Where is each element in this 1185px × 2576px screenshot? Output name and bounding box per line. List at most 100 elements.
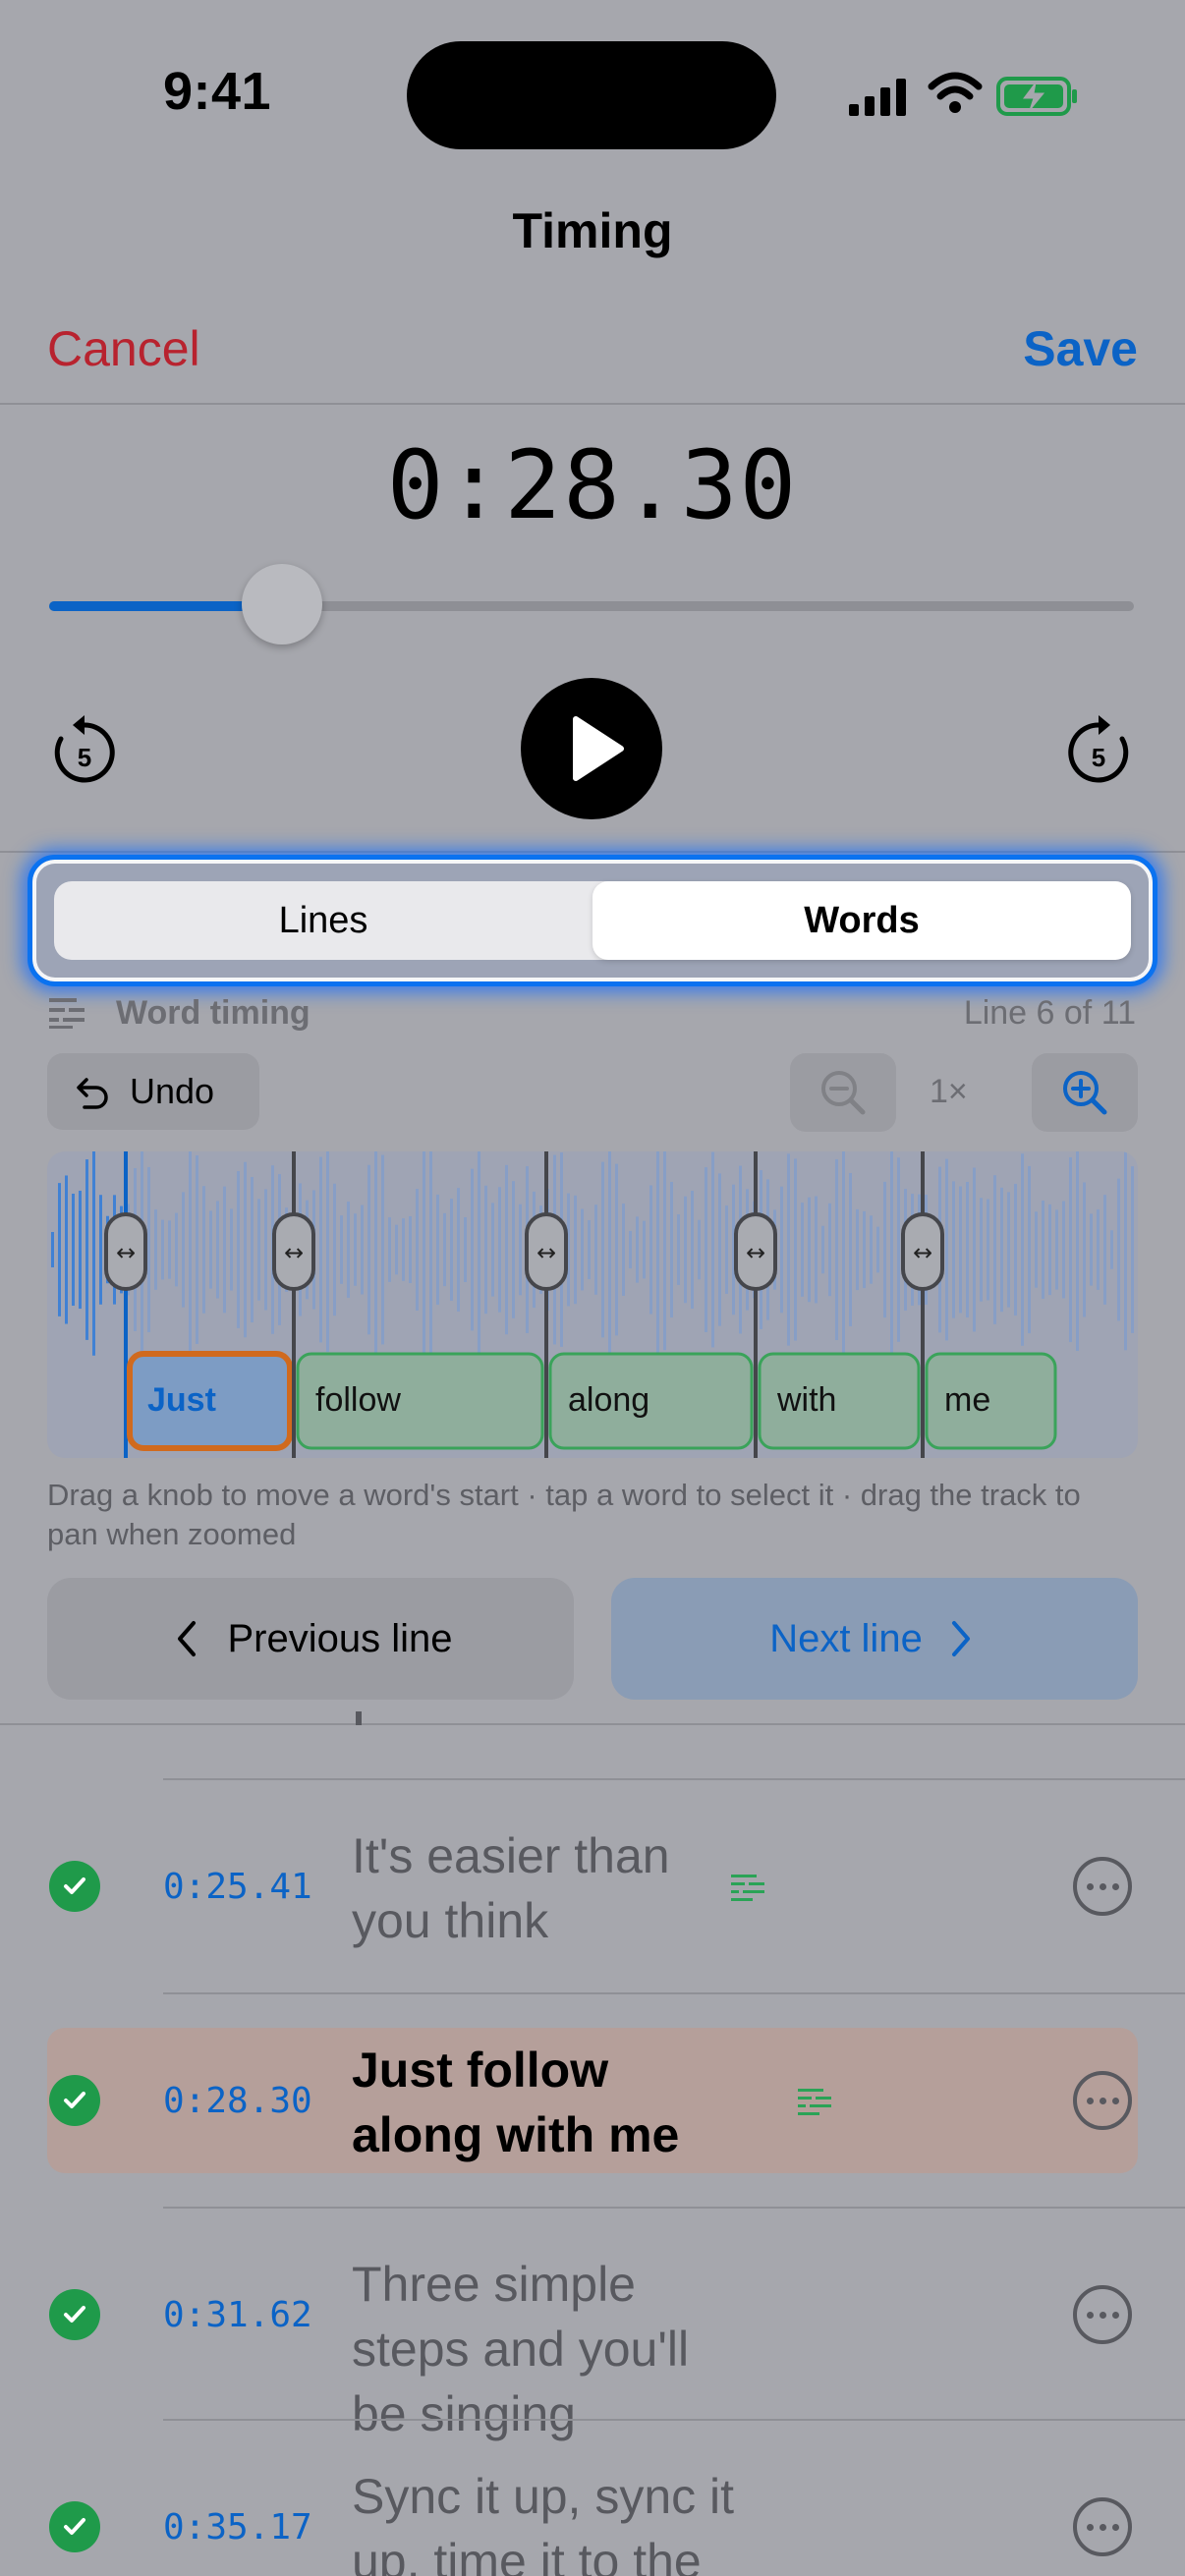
skip-forward-button[interactable]: 5 (1063, 713, 1134, 788)
waveform-bar (175, 1212, 178, 1287)
waveform-bar (202, 1186, 205, 1314)
waveform-bar (952, 1181, 955, 1318)
zoom-out-button[interactable] (790, 1053, 896, 1132)
line-timestamp[interactable]: 0:25.41 (163, 1867, 312, 1907)
done-check-icon (49, 2501, 100, 2552)
cellular-signal-icon (849, 79, 906, 116)
line-timestamp[interactable]: 0:35.17 (163, 2507, 312, 2548)
waveform-bar (629, 1230, 632, 1269)
waveform-bar (395, 1224, 398, 1275)
waveform-bar (1110, 1230, 1113, 1269)
timing-mode-segmented-control[interactable]: Lines Words (28, 855, 1157, 986)
line-text[interactable]: Sync it up, sync it up, time it to the b… (352, 2464, 745, 2576)
waveform-bar (656, 1151, 659, 1356)
next-line-label: Next line (769, 1616, 923, 1660)
lyric-row-active[interactable]: 0:28.30 Just follow along with me (0, 2028, 1185, 2173)
scrubber-knob[interactable] (242, 564, 323, 644)
waveform-bar (457, 1188, 460, 1312)
divider (0, 403, 1185, 405)
dynamic-island (407, 41, 776, 149)
waveform-bar (821, 1225, 824, 1274)
play-button[interactable] (521, 678, 662, 819)
done-check-icon (49, 2289, 100, 2340)
row-separator (163, 1778, 1185, 1780)
more-options-icon[interactable] (1073, 1857, 1132, 1916)
word-start-knob[interactable]: ↔ (901, 1212, 944, 1291)
lyric-row[interactable]: 0:31.62 Three simple steps and you'll be… (0, 2242, 1185, 2441)
waveform-bar (1117, 1178, 1120, 1321)
waveform-bar (973, 1167, 976, 1332)
line-text[interactable]: It's easier than you think (352, 1823, 745, 1953)
waveform-bar (161, 1219, 164, 1280)
wifi-icon (928, 72, 983, 113)
waveform-bar (361, 1204, 364, 1295)
done-check-icon (49, 2075, 100, 2126)
segment-words[interactable]: Words (592, 881, 1131, 960)
skip-forward-seconds: 5 (1092, 743, 1105, 772)
waveform-bar (264, 1189, 267, 1311)
undo-icon (77, 1078, 108, 1109)
segment-lines[interactable]: Lines (54, 881, 592, 960)
lyric-row[interactable]: 0:25.41 It's easier than you think (0, 1814, 1185, 1959)
word-start-knob[interactable]: ↔ (272, 1212, 315, 1291)
waveform-bar (842, 1151, 845, 1357)
line-text[interactable]: Just follow along with me (352, 2038, 745, 2167)
undo-button[interactable]: Undo (47, 1053, 259, 1130)
waveform-bar (478, 1151, 480, 1354)
word-start-knob[interactable]: ↔ (734, 1212, 777, 1291)
waveform-bar (257, 1199, 260, 1301)
cancel-button[interactable]: Cancel (47, 320, 200, 377)
waveform-bar (367, 1164, 370, 1335)
previous-line-label: Previous line (227, 1616, 453, 1660)
waveform-bar (574, 1195, 577, 1305)
skip-back-icon: 5 (54, 715, 115, 783)
skip-forward-icon: 5 (1068, 715, 1129, 783)
word-timing-indicator-icon (731, 1875, 764, 1901)
lyric-row[interactable]: 0:35.17 Sync it up, sync it up, time it … (0, 2454, 1185, 2576)
waveform-bar (1083, 1182, 1086, 1317)
skip-back-button[interactable]: 5 (49, 713, 120, 788)
waveform-bar (333, 1183, 336, 1316)
more-options-icon[interactable] (1073, 2285, 1132, 2344)
status-time: 9:41 (163, 62, 272, 121)
divider (0, 851, 1185, 853)
waveform-bar (987, 1199, 989, 1301)
skip-back-seconds: 5 (78, 743, 91, 772)
waveform-bar (319, 1156, 322, 1343)
waveform-bar (519, 1204, 522, 1296)
waveform-bar (51, 1232, 54, 1267)
more-options-icon[interactable] (1073, 2071, 1132, 2130)
word-timing-track[interactable]: Just ↔ follow ↔ along ↔ with ↔ me ↔ (47, 1151, 1138, 1458)
next-line-button[interactable]: Next line (611, 1578, 1138, 1700)
line-timestamp[interactable]: 0:28.30 (163, 2081, 312, 2121)
word-start-knob[interactable]: ↔ (525, 1212, 568, 1291)
waveform-bar (196, 1155, 198, 1344)
waveform-bar (643, 1220, 646, 1279)
waveform-bar (608, 1151, 611, 1361)
waveform-bar (794, 1158, 797, 1341)
waveform-bar (388, 1217, 391, 1282)
waveform-bar (1042, 1201, 1044, 1299)
line-timestamp[interactable]: 0:31.62 (163, 2295, 312, 2335)
word-start-knob[interactable]: ↔ (104, 1212, 147, 1291)
word-timing-icon (49, 998, 85, 1029)
waveform-bar (780, 1186, 783, 1314)
waveform-bar (828, 1203, 831, 1297)
waveform-bar (209, 1210, 212, 1289)
waveform-bar (216, 1201, 219, 1299)
waveform-bar (436, 1194, 439, 1306)
more-options-icon[interactable] (1073, 2497, 1132, 2556)
waveform-bar (856, 1208, 859, 1291)
zoom-in-button[interactable] (1032, 1053, 1138, 1132)
waveform-bar (705, 1167, 707, 1332)
waveform-bar (223, 1186, 226, 1314)
waveform-bar (251, 1176, 254, 1323)
word-label: follow (315, 1381, 401, 1419)
waveform-bar (402, 1218, 405, 1281)
previous-line-button[interactable]: Previous line (47, 1578, 574, 1700)
waveform-bar (72, 1193, 75, 1307)
waveform-bar (326, 1151, 329, 1352)
waveform-bar (505, 1164, 508, 1335)
line-text[interactable]: Three simple steps and you'll be singing (352, 2252, 745, 2446)
save-button[interactable]: Save (1023, 320, 1138, 377)
